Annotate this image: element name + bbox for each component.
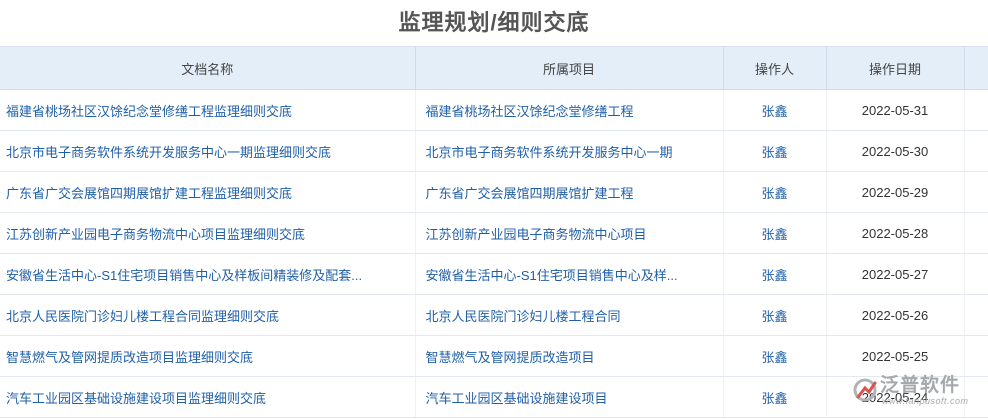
operator-link[interactable]: 张鑫 [723, 130, 827, 172]
project-link[interactable]: 汽车工业园区基础设施建设项目 [415, 376, 724, 418]
document-name-link[interactable]: 广东省广交会展馆四期展馆扩建工程监理细则交底 [0, 171, 416, 213]
column-header-date[interactable]: 操作日期 [826, 46, 965, 90]
row-spacer [964, 253, 988, 295]
project-link[interactable]: 江苏创新产业园电子商务物流中心项目 [415, 212, 724, 254]
page-title: 监理规划/细则交底 [398, 10, 590, 35]
table-row[interactable]: 汽车工业园区基础设施建设项目监理细则交底 汽车工业园区基础设施建设项目 张鑫 2… [0, 376, 988, 418]
project-link[interactable]: 广东省广交会展馆四期展馆扩建工程 [415, 171, 724, 213]
table-row[interactable]: 安徽省生活中心-S1住宅项目销售中心及样板间精装修及配套... 安徽省生活中心-… [0, 253, 988, 295]
project-link[interactable]: 北京人民医院门诊妇儿楼工程合同 [415, 294, 724, 336]
operation-date: 2022-05-31 [826, 89, 965, 131]
document-name-link[interactable]: 智慧燃气及管网提质改造项目监理细则交底 [0, 335, 416, 377]
column-header-spacer [964, 46, 988, 90]
project-link[interactable]: 北京市电子商务软件系统开发服务中心一期 [415, 130, 724, 172]
watermark-logo: 泛普软件 www.fanpusoft.com [852, 375, 982, 409]
column-header-document-name[interactable]: 文档名称 [0, 46, 416, 90]
operation-date: 2022-05-28 [826, 212, 965, 254]
project-link[interactable]: 福建省桃场社区汉馀纪念堂修缮工程 [415, 89, 724, 131]
operator-link[interactable]: 张鑫 [723, 335, 827, 377]
row-spacer [964, 294, 988, 336]
document-name-link[interactable]: 北京市电子商务软件系统开发服务中心一期监理细则交底 [0, 130, 416, 172]
document-name-link[interactable]: 安徽省生活中心-S1住宅项目销售中心及样板间精装修及配套... [0, 253, 416, 295]
document-table: 文档名称 所属项目 操作人 操作日期 福建省桃场社区汉馀纪念堂修缮工程监理细则交… [0, 46, 988, 418]
row-spacer [964, 335, 988, 377]
document-name-link[interactable]: 汽车工业园区基础设施建设项目监理细则交底 [0, 376, 416, 418]
operator-link[interactable]: 张鑫 [723, 89, 827, 131]
operator-link[interactable]: 张鑫 [723, 376, 827, 418]
document-grid: 文档名称 所属项目 操作人 操作日期 福建省桃场社区汉馀纪念堂修缮工程监理细则交… [0, 46, 988, 419]
table-row[interactable]: 智慧燃气及管网提质改造项目监理细则交底 智慧燃气及管网提质改造项目 张鑫 202… [0, 335, 988, 377]
watermark-url: www.fanpusoft.com [882, 396, 969, 406]
column-header-project[interactable]: 所属项目 [415, 46, 724, 90]
document-name-link[interactable]: 北京人民医院门诊妇儿楼工程合同监理细则交底 [0, 294, 416, 336]
table-row[interactable]: 北京市电子商务软件系统开发服务中心一期监理细则交底 北京市电子商务软件系统开发服… [0, 130, 988, 172]
project-link[interactable]: 智慧燃气及管网提质改造项目 [415, 335, 724, 377]
table-row[interactable]: 福建省桃场社区汉馀纪念堂修缮工程监理细则交底 福建省桃场社区汉馀纪念堂修缮工程 … [0, 89, 988, 131]
operation-date: 2022-05-25 [826, 335, 965, 377]
row-spacer [964, 212, 988, 254]
document-name-link[interactable]: 江苏创新产业园电子商务物流中心项目监理细则交底 [0, 212, 416, 254]
document-name-link[interactable]: 福建省桃场社区汉馀纪念堂修缮工程监理细则交底 [0, 89, 416, 131]
table-row[interactable]: 江苏创新产业园电子商务物流中心项目监理细则交底 江苏创新产业园电子商务物流中心项… [0, 212, 988, 254]
operator-link[interactable]: 张鑫 [723, 212, 827, 254]
table-row[interactable]: 广东省广交会展馆四期展馆扩建工程监理细则交底 广东省广交会展馆四期展馆扩建工程 … [0, 171, 988, 213]
row-spacer [964, 89, 988, 131]
watermark-brand-name: 泛普软件 [880, 375, 961, 396]
table-header-row: 文档名称 所属项目 操作人 操作日期 [0, 46, 988, 90]
brand-logo-icon [853, 378, 877, 402]
row-spacer [964, 171, 988, 213]
operator-link[interactable]: 张鑫 [723, 253, 827, 295]
row-spacer [964, 130, 988, 172]
operator-link[interactable]: 张鑫 [723, 171, 827, 213]
operation-date: 2022-05-26 [826, 294, 965, 336]
operation-date: 2022-05-27 [826, 253, 965, 295]
operation-date: 2022-05-29 [826, 171, 965, 213]
table-row[interactable]: 北京人民医院门诊妇儿楼工程合同监理细则交底 北京人民医院门诊妇儿楼工程合同 张鑫… [0, 294, 988, 336]
operator-link[interactable]: 张鑫 [723, 294, 827, 336]
column-header-operator[interactable]: 操作人 [723, 46, 827, 90]
operation-date: 2022-05-30 [826, 130, 965, 172]
project-link[interactable]: 安徽省生活中心-S1住宅项目销售中心及样... [415, 253, 724, 295]
